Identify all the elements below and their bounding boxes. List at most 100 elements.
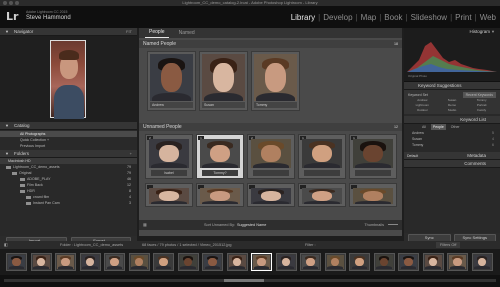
keyword-suggestion[interactable]: Susan <box>438 98 467 102</box>
named-person-card[interactable]: Andrew <box>147 51 196 111</box>
minimize-icon[interactable] <box>9 1 13 5</box>
filmstrip-thumbnail[interactable] <box>251 253 272 271</box>
keyword-suggestion[interactable]: Tommy <box>467 98 496 102</box>
filmstrip-thumbnail[interactable] <box>30 253 52 271</box>
tab-named[interactable]: Named <box>175 28 199 38</box>
person-photo <box>251 139 291 168</box>
keyword-suggestion[interactable]: Family <box>467 108 496 112</box>
face-shape <box>312 191 332 201</box>
thumbnail-photo <box>204 255 221 269</box>
close-icon[interactable] <box>3 1 7 5</box>
panel-toggle-icon[interactable]: ◧ <box>4 241 8 249</box>
module-print[interactable]: Print <box>455 13 471 23</box>
unnamed-person-card[interactable] <box>298 183 346 207</box>
name-input[interactable] <box>253 170 289 176</box>
filmstrip-thumbnail[interactable] <box>275 253 297 271</box>
sort-dropdown[interactable]: Suggested Name <box>237 220 266 230</box>
catalog-row[interactable]: Previous Import <box>0 143 137 149</box>
zoom-icon[interactable] <box>15 1 19 5</box>
filmstrip-thumbnail[interactable] <box>55 253 76 271</box>
module-library[interactable]: Library <box>291 13 315 23</box>
filmstrip-thumbnail[interactable] <box>447 253 468 271</box>
module-web[interactable]: Web <box>480 13 496 23</box>
folder-row[interactable]: Instant Pan Cam 3 <box>0 200 137 206</box>
keyword-list-header[interactable]: Keyword List <box>404 116 500 124</box>
face-shape <box>61 257 70 267</box>
filmstrip-thumbnail[interactable] <box>153 253 174 271</box>
thumbnail-photo <box>449 255 466 269</box>
filmstrip-thumbnail[interactable] <box>79 253 101 271</box>
unnamed-person-card[interactable]: 1 <box>349 134 397 179</box>
name-input[interactable] <box>355 170 391 176</box>
module-map[interactable]: Map <box>361 13 377 23</box>
unnamed-person-card[interactable]: 2 <box>247 134 295 179</box>
unnamed-people-header[interactable]: Unnamed People 12 <box>139 123 402 131</box>
keyword-suggestion[interactable]: Outdoor <box>408 108 437 112</box>
name-input[interactable]: Tommy? <box>202 170 238 176</box>
filter-dropdown[interactable]: Filters Off <box>436 242 461 248</box>
grid-view-icon[interactable]: ▦ <box>143 220 147 230</box>
unnamed-person-card[interactable] <box>145 183 193 207</box>
scroll-thumb[interactable] <box>224 279 264 282</box>
filmstrip-thumbnail[interactable] <box>177 253 199 271</box>
face-shape <box>208 257 217 267</box>
person-photo <box>149 188 189 204</box>
keyword-suggestion[interactable]: Andrew <box>408 98 437 102</box>
disclosure-triangle-icon[interactable]: ▼ <box>491 28 495 36</box>
filmstrip-thumbnail[interactable] <box>128 253 150 271</box>
filmstrip-thumbnail[interactable] <box>373 253 395 271</box>
module-book[interactable]: Book <box>384 13 402 23</box>
tab-people[interactable]: People <box>145 28 169 38</box>
module-develop[interactable]: Develop <box>323 13 352 23</box>
shoulders-shape <box>8 266 25 269</box>
keyword-suggestion[interactable]: Demo <box>438 103 467 107</box>
identity-name: Steve Hammond <box>26 15 71 21</box>
module-slideshow[interactable]: Slideshow <box>411 13 447 23</box>
name-input[interactable] <box>304 170 340 176</box>
filmstrip-thumbnail[interactable] <box>202 253 223 271</box>
thumbnail-size-slider[interactable] <box>388 224 398 225</box>
filmstrip-thumbnail[interactable] <box>6 253 27 271</box>
add-folder-icon[interactable]: + <box>130 150 132 158</box>
filmstrip-thumbnail[interactable] <box>104 253 125 271</box>
filmstrip-thumbnail[interactable] <box>300 253 321 271</box>
filmstrip-thumbnail[interactable] <box>471 253 493 271</box>
unnamed-person-card[interactable]: 1 <box>298 134 346 179</box>
folders-header[interactable]: ▼ Folders + <box>0 150 137 158</box>
keyword-suggestions-header[interactable]: Keyword Suggestions <box>404 82 500 90</box>
named-person-card[interactable]: Tommy <box>251 51 300 111</box>
histogram-panel[interactable]: Histogram ▼ Original Photo <box>404 28 500 82</box>
navigator-zoom[interactable]: FIT <box>126 28 132 36</box>
navigator-header[interactable]: ▼ Navigator FIT <box>0 28 137 36</box>
keyword-suggestion[interactable]: Lightroom <box>408 103 437 107</box>
comments-header[interactable]: Comments <box>404 160 500 168</box>
catalog-header[interactable]: ▼ Catalog <box>0 122 137 130</box>
disclosure-triangle-icon: ▼ <box>5 123 9 128</box>
metadata-header[interactable]: Default Metadata <box>404 152 500 160</box>
keyword-suggestion[interactable]: Portrait <box>467 103 496 107</box>
shoulders-shape <box>302 266 319 269</box>
filmstrip-thumbnail[interactable] <box>349 253 370 271</box>
named-people-header[interactable]: Named People 18 <box>139 40 402 48</box>
filmstrip-thumbnail[interactable] <box>324 253 346 271</box>
keyword-suggestion[interactable]: Studio <box>438 108 467 112</box>
filmstrip-thumbnail[interactable] <box>422 253 444 271</box>
named-person-card[interactable]: Susan <box>199 51 248 111</box>
source-path[interactable]: Folder : Lightroom_CC_demo_assets <box>60 241 123 249</box>
filmstrip-scrollbar[interactable] <box>4 279 496 282</box>
left-panel: ▼ Navigator FIT ▼ Catalog All Photograph… <box>0 28 137 241</box>
filmstrip-thumbnail[interactable] <box>226 253 248 271</box>
unnamed-person-card[interactable] <box>247 183 295 207</box>
navigator-preview[interactable] <box>0 36 137 122</box>
filmstrip-thumbnail[interactable] <box>398 253 419 271</box>
unnamed-person-card[interactable]: 2 Isabel <box>145 134 193 179</box>
face-shape <box>363 144 383 163</box>
keyword-row[interactable]: Tommy 6 <box>404 142 500 148</box>
unnamed-person-card[interactable] <box>349 183 397 207</box>
face-shape <box>210 144 230 163</box>
name-input[interactable]: Isabel <box>151 170 187 176</box>
thumbnail-photo <box>302 255 319 269</box>
unnamed-person-card[interactable]: 1 Tommy? <box>196 134 244 179</box>
unnamed-person-card[interactable] <box>196 183 244 207</box>
window-controls[interactable] <box>3 1 19 5</box>
